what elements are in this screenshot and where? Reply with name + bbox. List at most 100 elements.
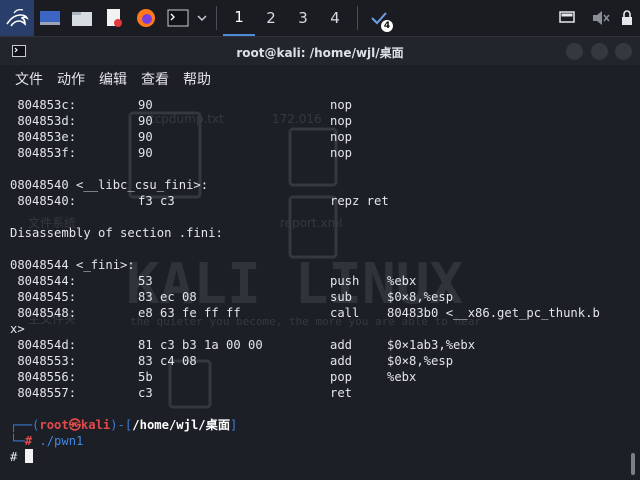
- kali-menu-button[interactable]: [0, 0, 34, 36]
- instruction-bytes: 53: [138, 274, 153, 288]
- menu-actions[interactable]: 动作: [57, 69, 85, 89]
- instruction-operands: $0×8,%esp: [387, 354, 454, 368]
- lock-screen-button[interactable]: [612, 0, 640, 36]
- instruction-mnemonic: ret: [330, 386, 353, 400]
- prompt-frame: ]: [230, 418, 238, 432]
- menu-view[interactable]: 查看: [141, 69, 169, 89]
- instruction-mnemonic: push: [330, 274, 360, 288]
- instruction-address: 8048548:: [10, 306, 77, 320]
- instruction-bytes: 83 c4 08: [138, 354, 197, 368]
- wallpaper-file-label: tcpdump.txt: [150, 112, 224, 126]
- instruction-bytes: f3 c3: [138, 194, 175, 208]
- menu-help[interactable]: 帮助: [183, 69, 211, 89]
- menu-file[interactable]: 文件: [15, 69, 43, 89]
- instruction-mnemonic: call: [330, 306, 360, 320]
- instruction-bytes: c3: [138, 386, 153, 400]
- maximize-button[interactable]: [591, 43, 608, 60]
- instruction-mnemonic: sub: [330, 290, 353, 304]
- instruction-address: 8048553:: [10, 354, 77, 368]
- menu-bar: 文件 动作 编辑 查看 帮助: [0, 65, 640, 93]
- instruction-address: 8048557:: [10, 386, 77, 400]
- prompt-symbol: #: [10, 450, 25, 464]
- minimize-button[interactable]: [566, 43, 583, 60]
- taskbar: 1 2 3 4 4: [0, 0, 640, 36]
- folder-icon: [72, 12, 92, 26]
- prompt-frame: ┌──(: [10, 418, 40, 432]
- instruction-mnemonic: nop: [330, 114, 353, 128]
- open-terminal-task[interactable]: 4: [364, 0, 394, 36]
- instruction-operands: $0×1ab3,%ebx: [387, 338, 476, 352]
- terminal-output[interactable]: tcpdump.txt 172.016 文件系统 report.xml 主文件夹…: [0, 93, 628, 480]
- line-text: x>: [10, 322, 25, 336]
- screen-tray-button[interactable]: [552, 0, 582, 36]
- prompt-hash: #: [24, 434, 33, 448]
- line-text: 08048544 <_fini>:: [10, 258, 135, 272]
- instruction-address: 804853c:: [10, 98, 77, 112]
- terminal-scrollbar[interactable]: [628, 93, 640, 480]
- instruction-address: 804853e:: [10, 130, 77, 144]
- workspace-4[interactable]: 4: [319, 0, 351, 36]
- text-cursor[interactable]: [24, 449, 33, 463]
- terminal-launcher-button[interactable]: [162, 0, 194, 36]
- notification-badge: 4: [381, 20, 393, 32]
- scroll-thumb[interactable]: [631, 453, 635, 475]
- workspace-1[interactable]: 1: [223, 0, 255, 36]
- instruction-address: 8048540:: [10, 194, 77, 208]
- lock-icon: [622, 10, 632, 25]
- instruction-bytes: 5b: [138, 370, 153, 384]
- instruction-address: 804853f:: [10, 146, 77, 160]
- prompt-path: /home/wjl/桌面: [132, 418, 231, 432]
- instruction-mnemonic: nop: [330, 98, 353, 112]
- instruction-bytes: 81 c3 b3 1a 00 00: [138, 338, 263, 352]
- file-manager-button[interactable]: [66, 0, 98, 36]
- instruction-operands: %ebx: [387, 370, 417, 384]
- instruction-operands: %ebx: [387, 274, 417, 288]
- instruction-mnemonic: add: [330, 338, 353, 352]
- desktop-icon: [40, 11, 60, 25]
- instruction-address: 8048556:: [10, 370, 77, 384]
- instruction-mnemonic: nop: [330, 146, 353, 160]
- instruction-bytes: 90: [138, 98, 153, 112]
- wallpaper-file-label: 172.016: [272, 112, 322, 126]
- menu-edit[interactable]: 编辑: [99, 69, 127, 89]
- wallpaper-file-label: report.xml: [280, 216, 343, 230]
- instruction-mnemonic: nop: [330, 130, 353, 144]
- prompt-user-host: root㉿kali: [39, 418, 111, 432]
- instruction-address: 8048544:: [10, 274, 77, 288]
- text-editor-icon: [107, 9, 122, 27]
- instruction-mnemonic: pop: [330, 370, 353, 384]
- instruction-bytes: 90: [138, 146, 153, 160]
- firefox-button[interactable]: [130, 0, 162, 36]
- prompt-command: └─# ./pwn1: [10, 433, 83, 449]
- prompt-frame: └─: [10, 434, 25, 448]
- prompt-header: ┌──(root㉿kali)-[/home/wjl/桌面]: [10, 417, 237, 433]
- taskbar-divider: [216, 6, 217, 30]
- instruction-bytes: 83 ec 08: [138, 290, 197, 304]
- line-text: 08048540 <__libc_csu_fini>:: [10, 178, 209, 192]
- instruction-mnemonic: repz ret: [330, 194, 389, 208]
- instruction-address: 804853d:: [10, 114, 77, 128]
- instruction-bytes: 90: [138, 130, 153, 144]
- launcher-dropdown[interactable]: [194, 0, 210, 36]
- monitor-icon: [559, 11, 575, 23]
- kali-dragon-icon: [6, 8, 29, 27]
- title-bar[interactable]: root@kali: /home/wjl/桌面: [0, 37, 640, 65]
- prompt-frame: )-[: [110, 418, 133, 432]
- terminal-icon: [167, 9, 189, 27]
- instruction-bytes: e8 63 fe ff ff: [138, 306, 241, 320]
- instruction-mnemonic: add: [330, 354, 353, 368]
- window-title: root@kali: /home/wjl/桌面: [236, 46, 404, 60]
- current-prompt: #: [10, 449, 33, 465]
- chevron-down-icon: [197, 15, 207, 22]
- workspace-2[interactable]: 2: [255, 0, 287, 36]
- instruction-operands: 80483b0 <__x86.get_pc_thunk.b: [387, 306, 600, 320]
- close-button[interactable]: [615, 43, 632, 60]
- taskbar-divider: [357, 6, 358, 30]
- volume-muted-icon: [593, 11, 610, 25]
- show-desktop-button[interactable]: [34, 0, 66, 36]
- terminal-window: root@kali: /home/wjl/桌面 文件 动作 编辑 查看 帮助 t…: [0, 36, 640, 480]
- workspace-3[interactable]: 3: [287, 0, 319, 36]
- line-text: Disassembly of section .fini:: [10, 226, 223, 240]
- command-text: ./pwn1: [32, 434, 84, 448]
- text-editor-button[interactable]: [98, 0, 130, 36]
